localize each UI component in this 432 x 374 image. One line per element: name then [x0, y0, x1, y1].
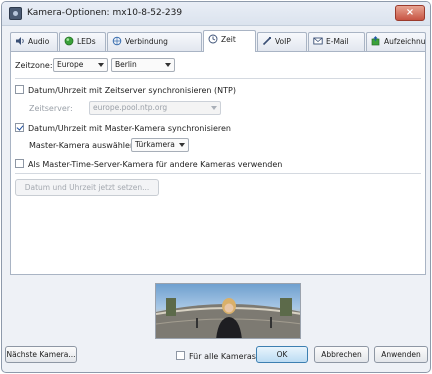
recording-icon — [371, 35, 381, 46]
phone-icon — [262, 35, 272, 46]
tab-email[interactable]: E-Mail — [308, 32, 365, 51]
time-server-label: Zeitserver: — [29, 104, 73, 113]
camera-options-window: Kamera-Optionen: mx10-8-52-239 × Audio L… — [1, 1, 431, 373]
ok-button[interactable]: OK — [256, 346, 308, 363]
title-bar: Kamera-Optionen: mx10-8-52-239 × — [2, 2, 430, 26]
tab-leds[interactable]: LEDs — [59, 32, 106, 51]
tab-audio[interactable]: Audio — [10, 32, 58, 51]
window-title: Kamera-Optionen: mx10-8-52-239 — [27, 8, 183, 18]
ntp-sync-checkbox[interactable] — [15, 85, 24, 94]
connection-icon — [112, 35, 122, 46]
set-date-time-now-button[interactable]: Datum und Uhrzeit jetzt setzen... — [15, 179, 159, 196]
divider — [15, 78, 421, 79]
apply-button[interactable]: Anwenden — [374, 346, 428, 363]
next-camera-button[interactable]: Nächste Kamera... — [5, 346, 77, 363]
close-button[interactable]: × — [395, 5, 425, 21]
time-server-checkbox[interactable] — [15, 159, 24, 168]
speaker-icon — [15, 35, 25, 45]
tab-aufzeichnung[interactable]: Aufzeichnung — [366, 32, 426, 51]
tab-voip[interactable]: VoIP — [257, 32, 307, 51]
tab-verbindung[interactable]: Verbindung — [107, 32, 202, 51]
all-cameras-checkbox[interactable] — [176, 351, 185, 360]
time-server-option: Als Master-Time-Server-Kamera für andere… — [15, 159, 282, 169]
tab-zeit[interactable]: Zeit — [203, 30, 256, 52]
master-camera-label: Master-Kamera auswählen: — [29, 141, 138, 150]
camera-preview-image — [155, 283, 301, 339]
all-cameras-option: Für alle Kameras — [176, 351, 256, 361]
tab-strip: Audio LEDs Verbindung Zeit VoIP E-Mail A… — [10, 30, 426, 52]
cancel-button[interactable]: Abbrechen — [314, 346, 369, 363]
master-camera-select[interactable]: Türkamera — [131, 138, 189, 152]
timezone-label: Zeitzone: — [15, 61, 53, 70]
chevron-down-icon — [179, 143, 185, 147]
zeit-tab-panel: Zeitzone: Europe Berlin Datum/Uhrzeit mi… — [10, 51, 426, 275]
chevron-down-icon — [211, 106, 217, 110]
divider — [15, 173, 421, 174]
timezone-city-select[interactable]: Berlin — [111, 58, 175, 72]
master-sync-option: Datum/Uhrzeit mit Master-Kamera synchron… — [15, 123, 231, 133]
master-sync-checkbox[interactable] — [15, 123, 24, 132]
timezone-region-select[interactable]: Europe — [53, 58, 108, 72]
camera-app-icon — [9, 7, 22, 20]
chevron-down-icon — [98, 63, 104, 67]
time-server-select[interactable]: europe.pool.ntp.org — [89, 101, 221, 115]
chevron-down-icon — [165, 63, 171, 67]
ntp-sync-option: Datum/Uhrzeit mit Zeitserver synchronisi… — [15, 85, 236, 95]
mail-icon — [313, 35, 323, 45]
clock-icon — [208, 33, 218, 44]
led-icon — [64, 35, 74, 46]
